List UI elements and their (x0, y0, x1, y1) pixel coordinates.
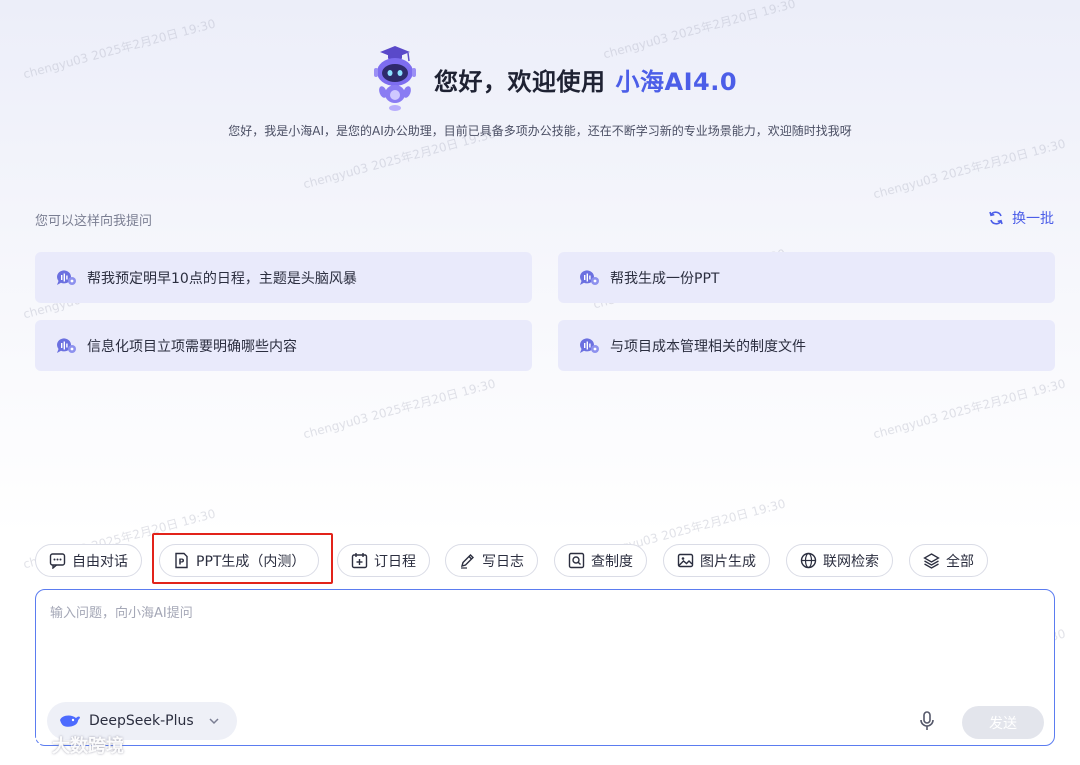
chevron-down-icon (209, 718, 219, 725)
deepseek-whale-icon (60, 715, 80, 727)
suggestion-card[interactable]: 信息化项目立项需要明确哪些内容 (35, 320, 532, 371)
voice-chat-icon (579, 269, 599, 285)
calendar-add-icon (351, 553, 368, 569)
voice-chat-icon (56, 337, 76, 353)
tool-ppt-generate-button[interactable]: P PPT生成（内测） (159, 544, 320, 577)
refresh-label: 换一批 (1012, 211, 1054, 227)
suggestion-label: 与项目成本管理相关的制度文件 (610, 338, 806, 355)
search-doc-icon (568, 552, 585, 569)
welcome-header: 您好，欢迎使用 小海AI4.0 您好，我是小海AI，是您的AI办公助理，目前已具备… (0, 40, 1080, 138)
suggestion-card[interactable]: 帮我预定明早10点的日程，主题是头脑风暴 (35, 252, 532, 303)
model-name: DeepSeek-Plus (89, 713, 194, 729)
voice-chat-icon (56, 269, 76, 285)
tool-image-generate-button[interactable]: 图片生成 (663, 544, 770, 577)
layers-icon (923, 553, 940, 569)
tool-check-policy-button[interactable]: 查制度 (554, 544, 647, 577)
page-subtitle: 您好，我是小海AI，是您的AI办公助理，目前已具备多项办公技能，还在不断学习新的… (228, 124, 852, 138)
suggestion-card[interactable]: 帮我生成一份PPT (558, 252, 1055, 303)
suggestion-label: 帮我预定明早10点的日程，主题是头脑风暴 (87, 270, 357, 287)
watermark-text: chengyu03 2025年2月20日 19:30 (871, 136, 1068, 202)
title-prefix: 您好，欢迎使用 (434, 68, 606, 96)
suggestion-label: 帮我生成一份PPT (610, 270, 720, 287)
title-brand: 小海AI4.0 (615, 68, 738, 96)
watermark-text: chengyu03 2025年2月20日 19:30 (301, 376, 498, 442)
question-input[interactable] (50, 602, 1040, 682)
tool-free-chat-button[interactable]: 自由对话 (35, 544, 142, 577)
voice-chat-icon (579, 337, 599, 353)
tool-label: 订日程 (374, 553, 416, 570)
ppt-file-icon: P (175, 552, 188, 569)
brand-watermark-text: 大数跨境 (52, 736, 124, 757)
watermark-text: chengyu03 2025年2月20日 19:30 (871, 376, 1068, 442)
tool-label: 联网检索 (823, 553, 879, 570)
pen-icon (460, 554, 474, 569)
robot-mascot-icon (374, 46, 416, 111)
suggestion-label: 信息化项目立项需要明确哪些内容 (87, 338, 297, 355)
tool-web-search-button[interactable]: 联网检索 (786, 544, 893, 577)
tool-label: 自由对话 (72, 553, 128, 570)
globe-icon (800, 552, 817, 569)
brand-logo-icon (9, 737, 42, 754)
chat-composer: DeepSeek-Plus 发送 (35, 589, 1055, 746)
chat-bubble-icon (49, 553, 66, 569)
tool-all-button[interactable]: 全部 (909, 544, 988, 577)
microphone-icon[interactable] (916, 710, 938, 732)
page-title: 您好，欢迎使用 小海AI4.0 (434, 62, 737, 97)
refresh-suggestions-button[interactable]: 换一批 (988, 208, 1054, 228)
tool-label: 写日志 (482, 553, 524, 570)
tool-label: 图片生成 (700, 553, 756, 570)
tool-label: 查制度 (591, 553, 633, 570)
tool-write-log-button[interactable]: 写日志 (445, 544, 538, 577)
tool-label: PPT生成（内测） (196, 553, 306, 570)
svg-text:P: P (179, 558, 185, 567)
send-button[interactable]: 发送 (962, 706, 1044, 739)
tool-label: 全部 (946, 553, 974, 570)
suggestion-card[interactable]: 与项目成本管理相关的制度文件 (558, 320, 1055, 371)
refresh-icon (989, 211, 1003, 225)
brand-watermark: 大数跨境 (8, 732, 124, 758)
tool-schedule-button[interactable]: 订日程 (337, 544, 430, 577)
image-icon (677, 553, 694, 568)
suggestions-heading: 您可以这样向我提问 (35, 214, 153, 229)
